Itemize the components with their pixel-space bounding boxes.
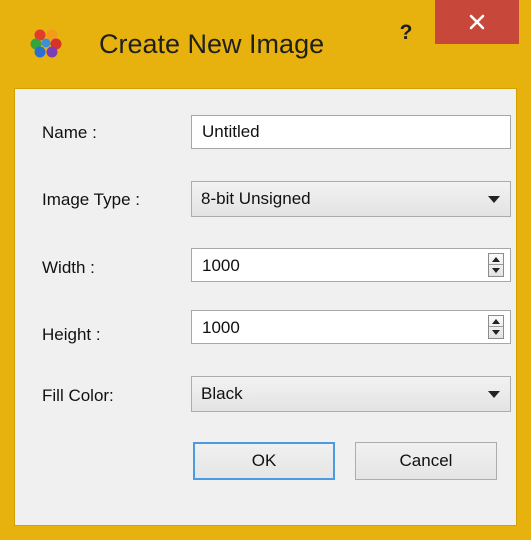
- ok-button[interactable]: OK: [193, 442, 335, 480]
- image-type-value: 8-bit Unsigned: [201, 189, 311, 208]
- fill-color-select[interactable]: Black: [191, 376, 511, 412]
- spin-up-icon[interactable]: [492, 319, 500, 324]
- spin-down-icon[interactable]: [492, 268, 500, 273]
- dialog-body: Name : Untitled Image Type : 8-bit Unsig…: [14, 88, 517, 526]
- width-value: 1000: [202, 256, 240, 275]
- title-bar[interactable]: Create New Image ?: [0, 0, 531, 88]
- height-value: 1000: [202, 318, 240, 337]
- image-type-label: Image Type :: [42, 190, 140, 209]
- cancel-button[interactable]: Cancel: [355, 442, 497, 480]
- height-label: Height :: [42, 325, 101, 344]
- spin-down-icon[interactable]: [492, 330, 500, 335]
- window-title: Create New Image: [99, 29, 325, 59]
- create-new-image-dialog: Create New Image ? Name : Untitled Image…: [0, 0, 531, 540]
- spin-up-icon[interactable]: [492, 257, 500, 262]
- width-label: Width :: [42, 258, 95, 277]
- image-type-select[interactable]: 8-bit Unsigned: [191, 181, 511, 217]
- fill-color-label: Fill Color:: [42, 386, 114, 405]
- help-button[interactable]: ?: [387, 18, 425, 52]
- spin-divider: [489, 264, 503, 265]
- width-spinbox[interactable]: 1000: [191, 248, 511, 282]
- image-app-icon: [30, 27, 62, 59]
- name-field[interactable]: Untitled: [191, 115, 511, 149]
- close-icon: [469, 14, 485, 30]
- fill-color-value: Black: [201, 384, 243, 403]
- height-spinbox[interactable]: 1000: [191, 310, 511, 344]
- width-stepper[interactable]: [488, 253, 504, 277]
- name-label: Name :: [42, 123, 97, 142]
- close-button[interactable]: [435, 0, 519, 44]
- chevron-down-icon: [488, 196, 500, 203]
- name-value: Untitled: [202, 122, 260, 141]
- spin-divider: [489, 326, 503, 327]
- height-stepper[interactable]: [488, 315, 504, 339]
- chevron-down-icon: [488, 391, 500, 398]
